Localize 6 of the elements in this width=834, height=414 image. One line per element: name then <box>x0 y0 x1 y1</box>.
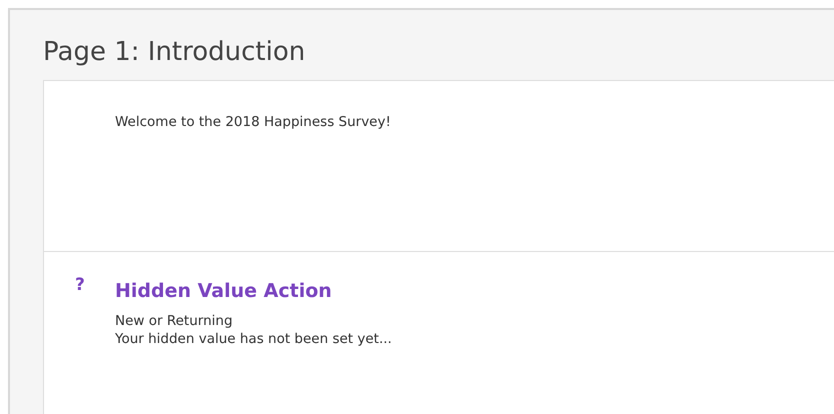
intro-text: Welcome to the 2018 Happiness Survey! <box>115 114 392 130</box>
question-mark: ? <box>75 274 86 297</box>
action-text: New or Returning <box>115 312 234 330</box>
page-title: Page 1: Introduction <box>43 36 306 69</box>
action-title: Hidden Value Action <box>115 280 333 302</box>
action-text: Your hidden value has not been set yet... <box>115 330 392 348</box>
